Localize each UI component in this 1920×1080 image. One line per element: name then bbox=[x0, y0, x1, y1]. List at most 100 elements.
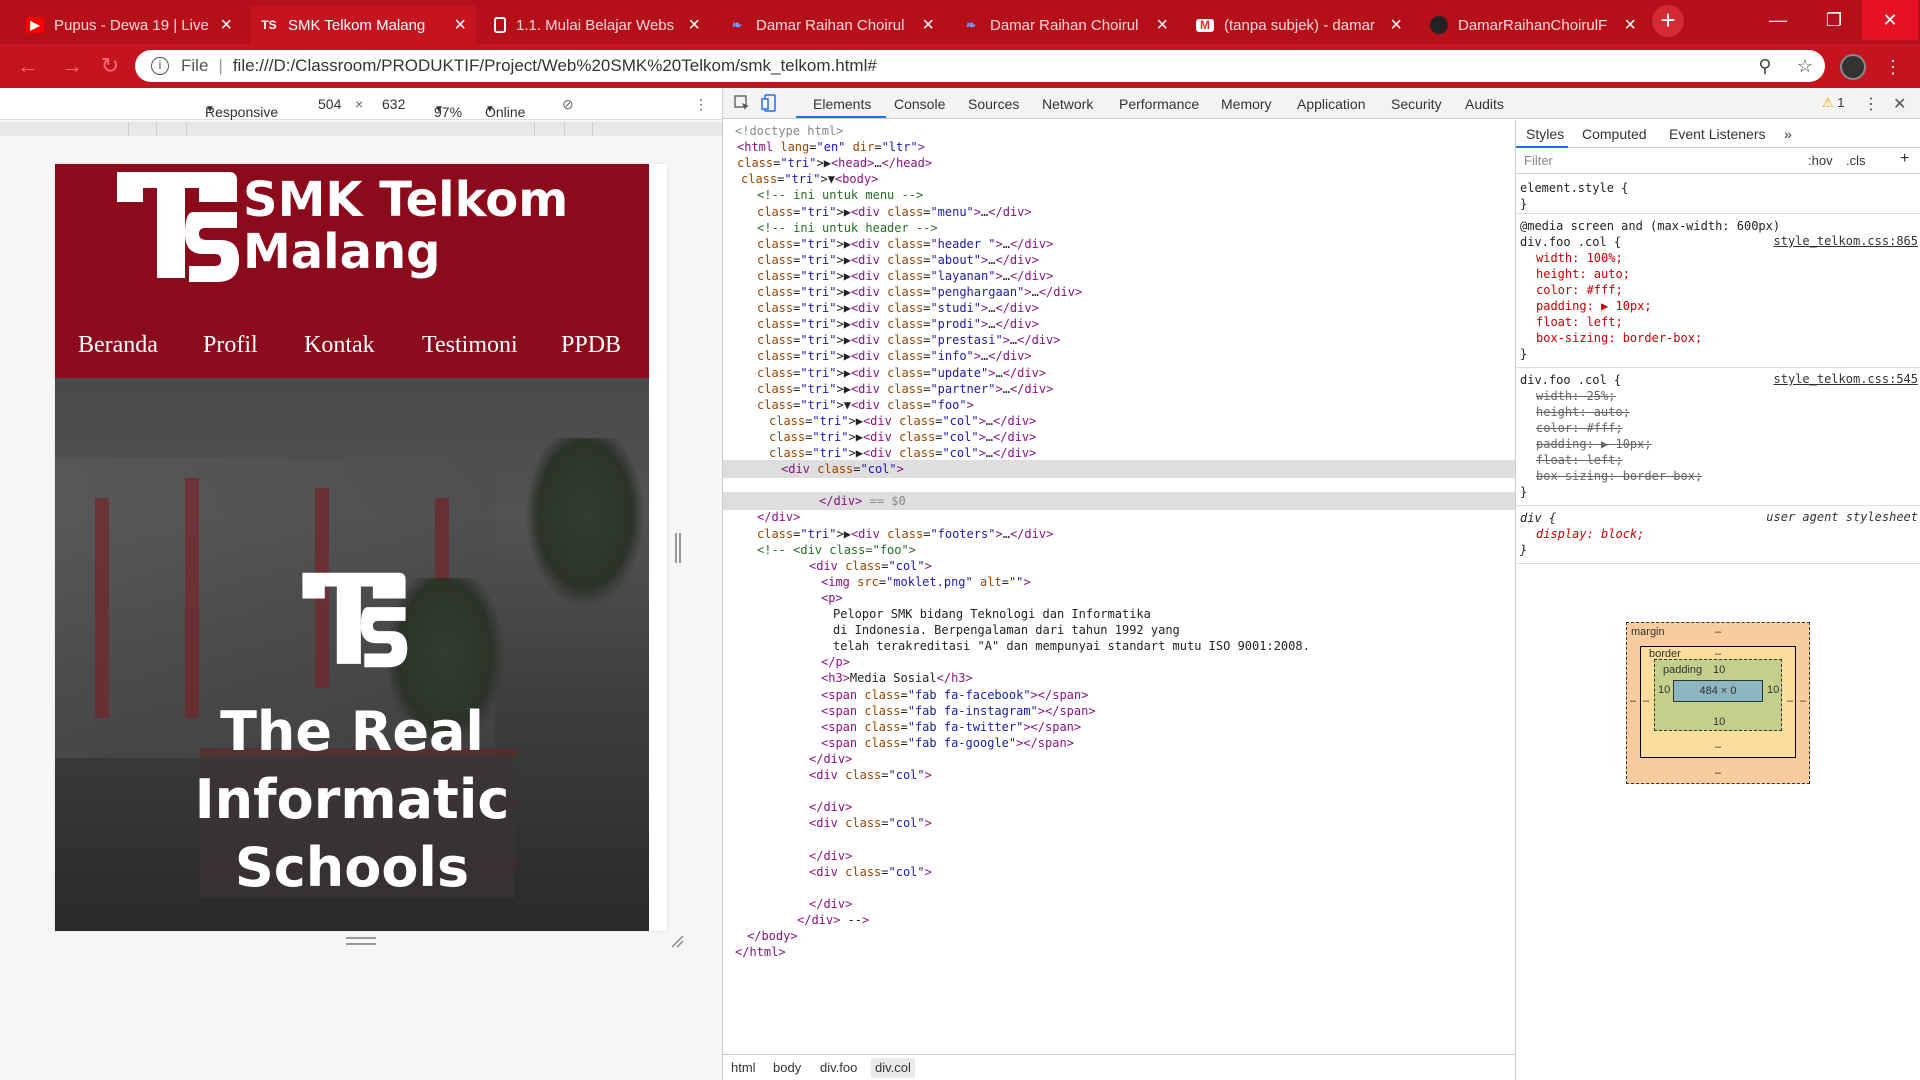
rule-prop-overridden[interactable]: padding: ▶ 10px; bbox=[1536, 436, 1652, 452]
breadcrumb-html[interactable]: html bbox=[731, 1060, 756, 1075]
profile-avatar[interactable] bbox=[1840, 54, 1866, 80]
url-text[interactable]: file:///D:/Classroom/PRODUKTIF/Project/W… bbox=[233, 56, 1745, 76]
viewport-resize-handle-bottom[interactable] bbox=[346, 937, 376, 945]
chrome-menu-icon[interactable]: ⋮ bbox=[1884, 54, 1902, 80]
rule-prop-overridden[interactable]: width: 25%; bbox=[1536, 388, 1615, 404]
rule-prop-overridden[interactable]: height: auto; bbox=[1536, 404, 1630, 420]
rule-prop-overridden[interactable]: float: left; bbox=[1536, 452, 1623, 468]
dom-tree-line[interactable]: </div> == $0 bbox=[723, 492, 1515, 511]
padding-bottom-value[interactable]: 10 bbox=[1713, 716, 1725, 728]
restore-icon[interactable]: ❐ bbox=[1806, 0, 1862, 40]
close-icon[interactable]: × bbox=[454, 14, 466, 37]
new-rule-icon[interactable]: + bbox=[1900, 150, 1909, 168]
back-icon[interactable]: ← bbox=[14, 52, 42, 80]
nav-testimoni[interactable]: Testimoni bbox=[422, 332, 518, 359]
tab-network[interactable]: Network bbox=[1042, 96, 1093, 112]
devtools-close-icon[interactable]: ✕ bbox=[1893, 94, 1906, 114]
tab-youtube[interactable]: ▶ Pupus - Dewa 19 | Live × bbox=[16, 6, 242, 44]
tab-sources[interactable]: Sources bbox=[968, 96, 1019, 112]
tab-console[interactable]: Console bbox=[894, 96, 945, 112]
nav-kontak[interactable]: Kontak bbox=[304, 332, 375, 359]
tab-styles[interactable]: Styles bbox=[1526, 126, 1564, 142]
padding-right-value[interactable]: 10 bbox=[1767, 684, 1779, 696]
border-left-value[interactable]: – bbox=[1643, 695, 1649, 707]
tab-github[interactable]: DamarRaihanChoirulF × bbox=[1420, 6, 1646, 44]
close-icon[interactable]: × bbox=[688, 14, 700, 37]
tab-computed[interactable]: Computed bbox=[1582, 126, 1647, 142]
rule-prop[interactable]: color: #fff; bbox=[1536, 282, 1623, 298]
viewport-height-input[interactable]: 632 bbox=[382, 96, 405, 112]
breadcrumb-div-foo[interactable]: div.foo bbox=[820, 1060, 857, 1075]
breadcrumb-div-col[interactable]: div.col bbox=[871, 1058, 915, 1078]
viewport-width-input[interactable]: 504 bbox=[318, 96, 341, 112]
reload-icon[interactable]: ↻ bbox=[96, 52, 124, 80]
cls-toggle[interactable]: .cls bbox=[1846, 153, 1866, 168]
tab-elements[interactable]: Elements bbox=[813, 96, 871, 112]
border-right-value[interactable]: – bbox=[1787, 695, 1793, 707]
close-icon[interactable]: × bbox=[220, 14, 232, 37]
rule-source-link[interactable]: style_telkom.css:545 bbox=[1774, 372, 1919, 386]
box-model-content[interactable]: 484 × 0 bbox=[1673, 680, 1763, 702]
tab-audits[interactable]: Audits bbox=[1465, 96, 1504, 112]
hov-toggle[interactable]: :hov bbox=[1808, 153, 1833, 168]
padding-left-value[interactable]: 10 bbox=[1658, 684, 1670, 696]
zoom-icon[interactable]: ⚲ bbox=[1745, 56, 1785, 77]
warning-badge[interactable]: ⚠ 1 bbox=[1822, 95, 1845, 111]
rotate-icon[interactable]: ⊘ bbox=[562, 96, 574, 113]
tab-security[interactable]: Security bbox=[1391, 96, 1442, 112]
dom-tree-line[interactable]: telah terakreditasi "A" dan mempunyai st… bbox=[833, 637, 1310, 655]
rule-prop-overridden[interactable]: box-sizing: border-box; bbox=[1536, 468, 1702, 484]
dom-tree-line[interactable]: <span class="fab fa-google"></span> bbox=[821, 734, 1074, 752]
rule-prop[interactable]: padding: ▶ 10px; bbox=[1536, 298, 1652, 314]
tab-event-listeners[interactable]: Event Listeners bbox=[1669, 126, 1766, 142]
dom-tree-line[interactable]: <img src="moklet.png" alt=""> bbox=[821, 573, 1031, 591]
rule-source-link[interactable]: style_telkom.css:865 bbox=[1774, 234, 1919, 248]
tab-belajar-web[interactable]: 1.1. Mulai Belajar Webs × bbox=[484, 6, 710, 44]
nav-ppdb[interactable]: PPDB bbox=[561, 332, 621, 359]
rule-prop-overridden[interactable]: color: #fff; bbox=[1536, 420, 1623, 436]
margin-bottom-value[interactable]: – bbox=[1715, 767, 1721, 779]
box-model-border[interactable]: border – – – – padding 10 10 10 10 484 ×… bbox=[1640, 646, 1796, 758]
window-close-icon[interactable]: ✕ bbox=[1862, 0, 1918, 40]
dom-tree-line[interactable]: </html> bbox=[735, 943, 786, 961]
padding-top-value[interactable]: 10 bbox=[1713, 664, 1725, 676]
bookmark-star-icon[interactable]: ☆ bbox=[1785, 56, 1825, 77]
styles-filter-input[interactable]: Filter bbox=[1524, 153, 1553, 168]
margin-left-value[interactable]: – bbox=[1630, 695, 1636, 707]
rule-prop[interactable]: float: left; bbox=[1536, 314, 1623, 330]
viewport-resize-handle-right[interactable] bbox=[675, 533, 681, 563]
nav-profil[interactable]: Profil bbox=[203, 332, 258, 359]
device-more-icon[interactable]: ⋮ bbox=[694, 96, 708, 113]
tab-application[interactable]: Application bbox=[1297, 96, 1366, 112]
viewport-resize-corner-icon[interactable] bbox=[670, 934, 684, 948]
more-tabs-icon[interactable]: » bbox=[1784, 126, 1792, 142]
box-model-padding[interactable]: padding 10 10 10 10 484 × 0 bbox=[1654, 659, 1782, 731]
address-bar[interactable]: i File | file:///D:/Classroom/PRODUKTIF/… bbox=[135, 50, 1825, 82]
inspect-element-icon[interactable] bbox=[733, 94, 751, 112]
device-toggle-icon[interactable] bbox=[761, 94, 779, 112]
minimize-icon[interactable]: — bbox=[1750, 0, 1806, 40]
tab-smk-telkom[interactable]: TS SMK Telkom Malang × bbox=[250, 6, 476, 44]
dom-tree-line[interactable]: </div> --> bbox=[797, 911, 869, 929]
media-query-ruler[interactable] bbox=[0, 122, 722, 136]
tab-memory[interactable]: Memory bbox=[1221, 96, 1272, 112]
close-icon[interactable]: × bbox=[1624, 14, 1636, 37]
rule-selector[interactable]: div.foo .col { bbox=[1520, 234, 1621, 250]
tab-performance[interactable]: Performance bbox=[1119, 96, 1199, 112]
rule-prop[interactable]: box-sizing: border-box; bbox=[1536, 330, 1702, 346]
margin-top-value[interactable]: – bbox=[1715, 626, 1721, 638]
devtools-menu-icon[interactable]: ⋮ bbox=[1863, 94, 1879, 114]
rule-selector[interactable]: div.foo .col { bbox=[1520, 372, 1621, 388]
site-info-icon[interactable]: i bbox=[151, 57, 169, 75]
rule-prop[interactable]: width: 100%; bbox=[1536, 250, 1623, 266]
dom-tree-line[interactable]: <div class="col"> bbox=[809, 863, 932, 881]
close-icon[interactable]: × bbox=[1156, 14, 1168, 37]
dom-tree-line[interactable]: <div class="col"> bbox=[809, 814, 932, 832]
forward-icon[interactable]: → bbox=[58, 52, 86, 80]
dom-tree-line[interactable]: <div class="col"> bbox=[723, 460, 1515, 479]
new-tab-button[interactable]: + bbox=[1652, 5, 1684, 37]
border-bottom-value[interactable]: – bbox=[1715, 741, 1721, 753]
tab-damar-2[interactable]: ❧ Damar Raihan Choirul × bbox=[952, 6, 1178, 44]
box-model-margin[interactable]: margin – – – – border – – – – padding 10… bbox=[1626, 622, 1810, 784]
breadcrumb-body[interactable]: body bbox=[773, 1060, 801, 1075]
